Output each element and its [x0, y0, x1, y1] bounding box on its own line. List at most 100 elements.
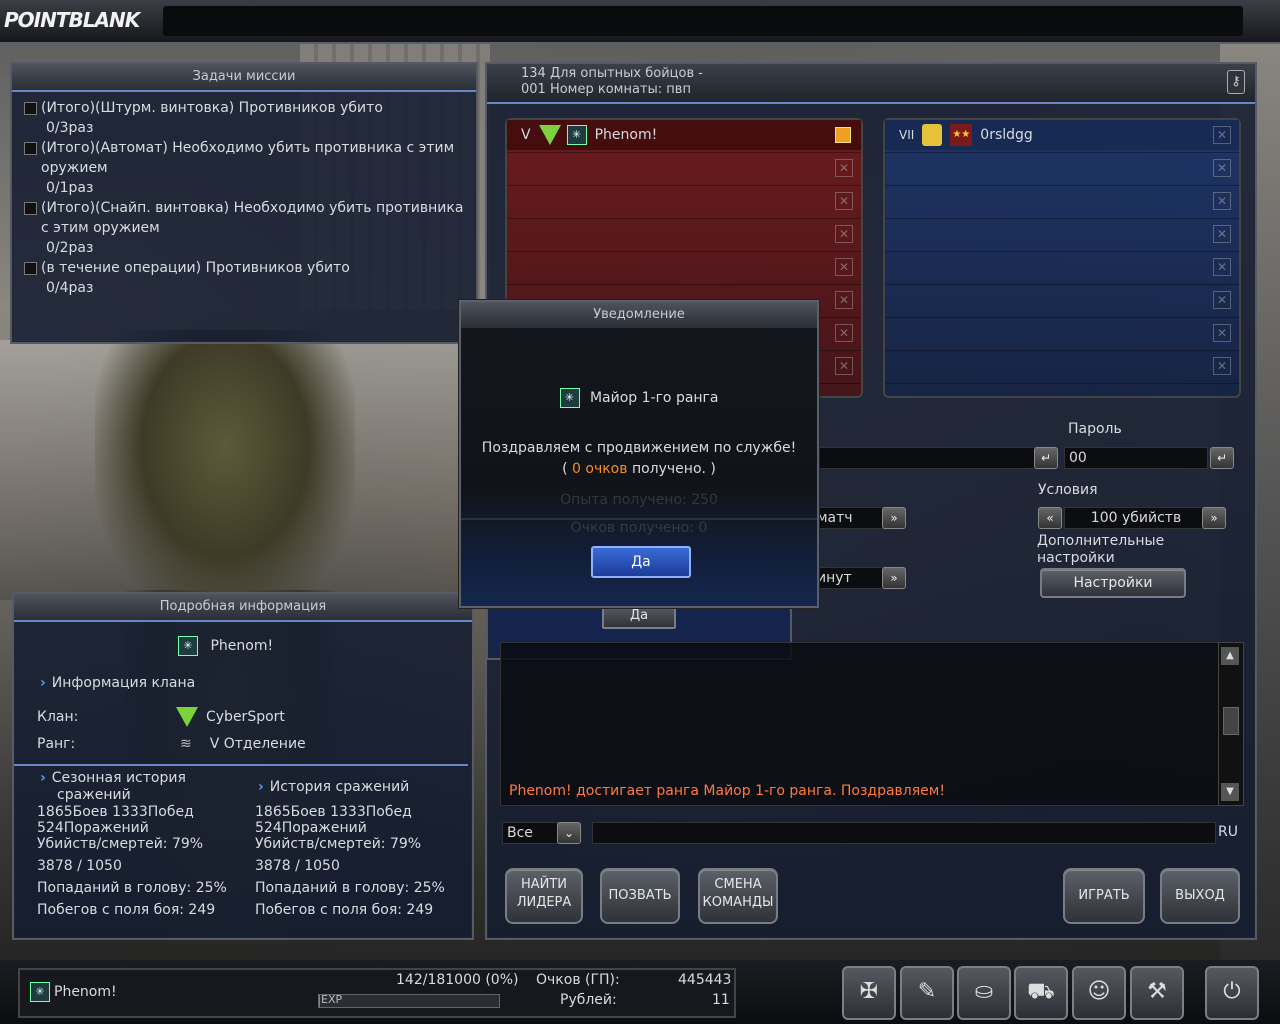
next-arrow-icon[interactable]: »	[882, 507, 906, 529]
team-slot[interactable]: ✕	[507, 186, 861, 219]
closed-slot-icon[interactable]: ✕	[835, 291, 853, 309]
player-row: V ✳ Phenom!	[507, 120, 861, 150]
season-stat: 3878 / 1050	[37, 858, 122, 874]
details-divider	[14, 764, 468, 766]
player-rank: V	[521, 127, 531, 143]
team-slot[interactable]: ✕	[885, 186, 1239, 219]
next-arrow-icon[interactable]: »	[1202, 507, 1226, 529]
mission-list: (Итого)(Штурм. винтовка) Противников уби…	[12, 92, 476, 304]
scroll-thumb[interactable]	[1223, 707, 1239, 735]
points-value: 445443	[678, 972, 732, 988]
details-player: ✳ Phenom!	[178, 636, 273, 656]
shop-cart-icon[interactable]: ⛟	[1014, 966, 1068, 1020]
rank-star-icon: ✳	[178, 636, 198, 656]
closed-slot-icon[interactable]: ✕	[835, 225, 853, 243]
details-player-name: Phenom!	[210, 638, 274, 654]
find-leader-line1: НАЙТИ	[520, 877, 568, 892]
friends-icon[interactable]: ☺	[1072, 966, 1126, 1020]
mission-progress: 0/1раз	[46, 180, 94, 196]
chat-filter-select[interactable]: Все	[502, 822, 558, 844]
mission-text: (Итого)(Автомат) Необходимо убить против…	[41, 140, 455, 176]
team-slot[interactable]: ✕	[885, 153, 1239, 186]
mission-text: (в течение операции) Противников убито	[41, 260, 350, 276]
rank-label: Ранг:	[37, 736, 76, 752]
enter-arrow-icon[interactable]: ↵	[1034, 447, 1058, 469]
mission-progress: 0/4раз	[46, 280, 94, 296]
notification-rank: ✳ Майор 1-го ранга	[461, 388, 817, 408]
closed-slot-icon[interactable]: ✕	[835, 324, 853, 342]
scroll-down-icon[interactable]: ▼	[1221, 783, 1239, 801]
team-slot[interactable]: ✕	[885, 285, 1239, 318]
closed-slot-icon[interactable]: ✕	[1213, 291, 1231, 309]
scroll-up-icon[interactable]: ▲	[1221, 647, 1239, 665]
season-title-line1: Сезонная история	[51, 770, 186, 786]
find-leader-button[interactable]: НАЙТИ ЛИДЕРА	[505, 868, 583, 924]
game-logo: POINTBLANK	[4, 8, 140, 32]
closed-slot-icon[interactable]: ✕	[1213, 357, 1231, 375]
team-slot[interactable]: ✕	[885, 252, 1239, 285]
clan-value-row: CyberSport	[176, 707, 285, 727]
mission-item: (Итого)(Штурм. винтовка) Противников уби…	[24, 98, 464, 118]
team-slot[interactable]: ✕	[885, 219, 1239, 252]
settings-button[interactable]: Настройки	[1040, 568, 1186, 598]
chat-input[interactable]	[592, 822, 1216, 844]
rank-star-icon: ✳	[30, 982, 50, 1002]
closed-slot-icon[interactable]: ✕	[1213, 324, 1231, 342]
conditions-field: 100 убийств	[1064, 507, 1204, 529]
team-slot[interactable]: ✕	[507, 153, 861, 186]
key-icon[interactable]: ⚷	[1227, 70, 1245, 94]
mission-checkbox	[24, 262, 37, 275]
rank-badge-icon: ★★	[950, 124, 973, 146]
closed-slot-icon[interactable]: ✕	[835, 192, 853, 210]
clan-emblem-icon[interactable]: ✠	[842, 966, 896, 1020]
room-title-line2: 001 Номер комнаты: пвп	[521, 82, 691, 97]
room-header: 134 Для опытных бойцов - 001 Номер комна…	[487, 64, 1255, 104]
map-field[interactable]	[812, 447, 1038, 469]
paren-open: (	[562, 461, 568, 477]
prev-arrow-icon[interactable]: «	[1038, 507, 1062, 529]
closed-slot-icon[interactable]: ✕	[1213, 159, 1231, 177]
notification-ok-button[interactable]: Да	[591, 546, 691, 578]
season-title-line2: сражений	[57, 787, 131, 803]
closed-slot-icon[interactable]: ✕	[1213, 225, 1231, 243]
settings-wrench-icon[interactable]: ⚒	[1130, 966, 1184, 1020]
ready-indicator	[835, 127, 851, 143]
mission-checkbox	[24, 202, 37, 215]
closed-slot-icon[interactable]: ✕	[835, 258, 853, 276]
notification-dialog: Уведомление ✳ Майор 1-го ранга Поздравля…	[459, 300, 819, 608]
exit-button[interactable]: ВЫХОД	[1160, 868, 1240, 924]
closed-slot-icon[interactable]: ✕	[1213, 192, 1231, 210]
team-slot[interactable]: V ✳ Phenom!	[507, 120, 861, 153]
chevron-down-icon[interactable]: ⌄	[557, 822, 581, 844]
next-arrow-icon[interactable]: »	[882, 567, 906, 589]
enter-arrow-icon[interactable]: ↵	[1210, 447, 1234, 469]
team-slot[interactable]: ✕	[885, 318, 1239, 351]
exp-label: EXP	[321, 993, 343, 1006]
chevron-right-icon: ›	[40, 675, 46, 691]
closed-slot-icon[interactable]: ✕	[1213, 126, 1231, 144]
team-slot[interactable]: ✕	[507, 219, 861, 252]
play-button[interactable]: ИГРАТЬ	[1063, 868, 1145, 924]
battle-history-link[interactable]: › История сражений	[258, 779, 409, 795]
team-slot[interactable]: VII ★★ 0rsldgg ✕	[885, 120, 1239, 153]
conditions-label: Условия	[1038, 482, 1098, 498]
closed-slot-icon[interactable]: ✕	[835, 159, 853, 177]
team-slot[interactable]: ✕	[507, 252, 861, 285]
quests-icon[interactable]: ✎	[900, 966, 954, 1020]
clan-value: CyberSport	[206, 709, 285, 725]
team-slot[interactable]: ✕	[885, 351, 1239, 384]
power-icon[interactable]: ⏻	[1205, 966, 1259, 1020]
player-name: 0rsldgg	[980, 127, 1033, 143]
season-history-link[interactable]: › Сезонная история сражений	[40, 770, 186, 804]
password-field[interactable]: 00	[1064, 447, 1208, 469]
closed-slot-icon[interactable]: ✕	[835, 357, 853, 375]
history-stat: Попаданий в голову: 25%	[255, 880, 445, 896]
rank-value-row: ≋ V Отделение	[180, 736, 306, 752]
clan-info-link[interactable]: › Информация клана	[40, 675, 195, 691]
change-team-line1: СМЕНА	[714, 877, 762, 892]
invite-button[interactable]: ПОЗВАТЬ	[600, 868, 680, 924]
chat-scrollbar[interactable]: ▲ ▼	[1218, 642, 1244, 806]
closed-slot-icon[interactable]: ✕	[1213, 258, 1231, 276]
change-team-button[interactable]: СМЕНА КОМАНДЫ	[698, 868, 778, 924]
inventory-bag-icon[interactable]: ⛀	[957, 966, 1011, 1020]
